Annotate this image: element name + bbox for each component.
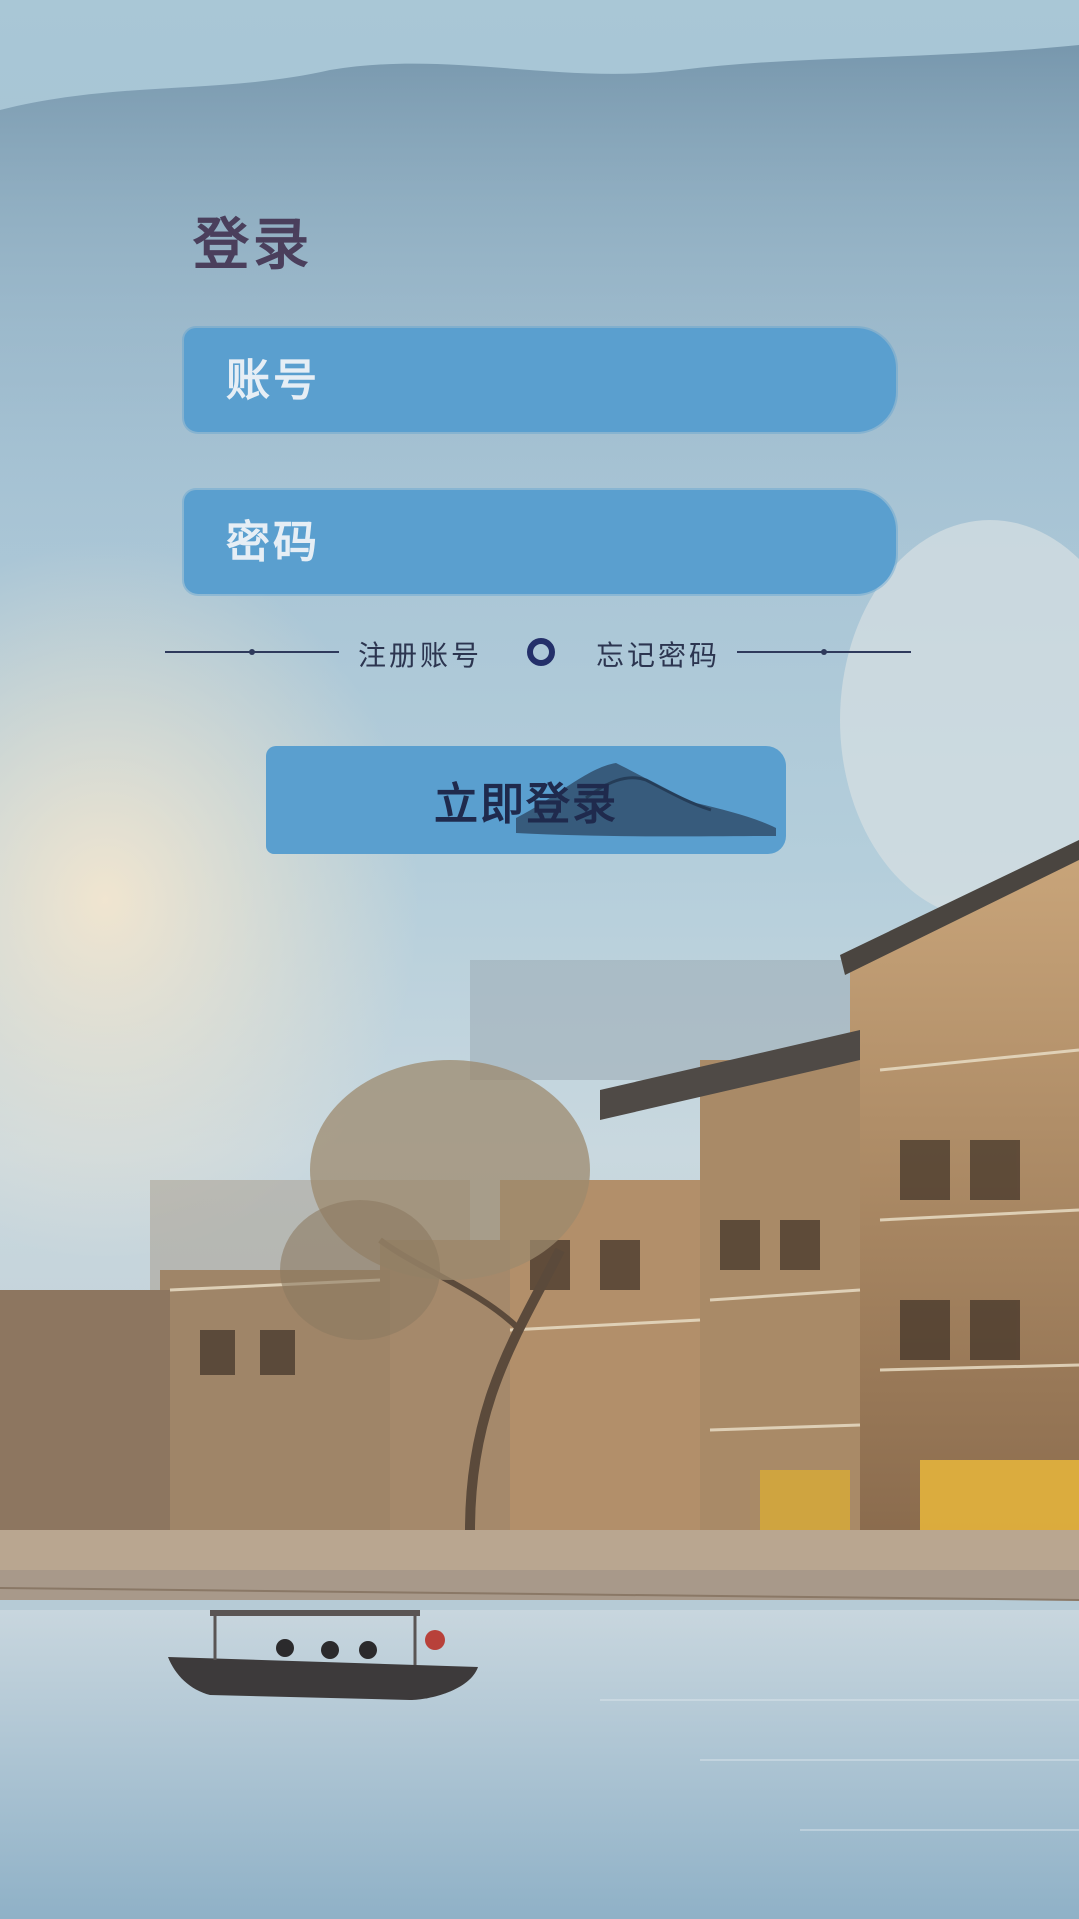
right-decorative-dot xyxy=(821,649,827,655)
auth-links-row: 注册账号 忘记密码 xyxy=(165,632,911,672)
page-title: 登录 xyxy=(193,212,313,278)
account-field[interactable] xyxy=(184,327,896,433)
right-decorative-line xyxy=(737,649,911,655)
left-decorative-line xyxy=(165,649,339,655)
password-input[interactable] xyxy=(224,489,896,595)
ring-separator-icon xyxy=(527,638,555,666)
forgot-password-link[interactable]: 忘记密码 xyxy=(596,634,720,674)
register-link[interactable]: 注册账号 xyxy=(358,634,482,674)
login-button[interactable]: 立即登录 xyxy=(266,746,786,854)
riverside-town-illustration xyxy=(0,45,1079,1919)
left-decorative-dot xyxy=(249,649,255,655)
background-scene xyxy=(0,0,1079,1919)
password-field[interactable] xyxy=(184,489,896,595)
account-input[interactable] xyxy=(224,327,896,433)
login-button-label: 立即登录 xyxy=(434,779,618,830)
